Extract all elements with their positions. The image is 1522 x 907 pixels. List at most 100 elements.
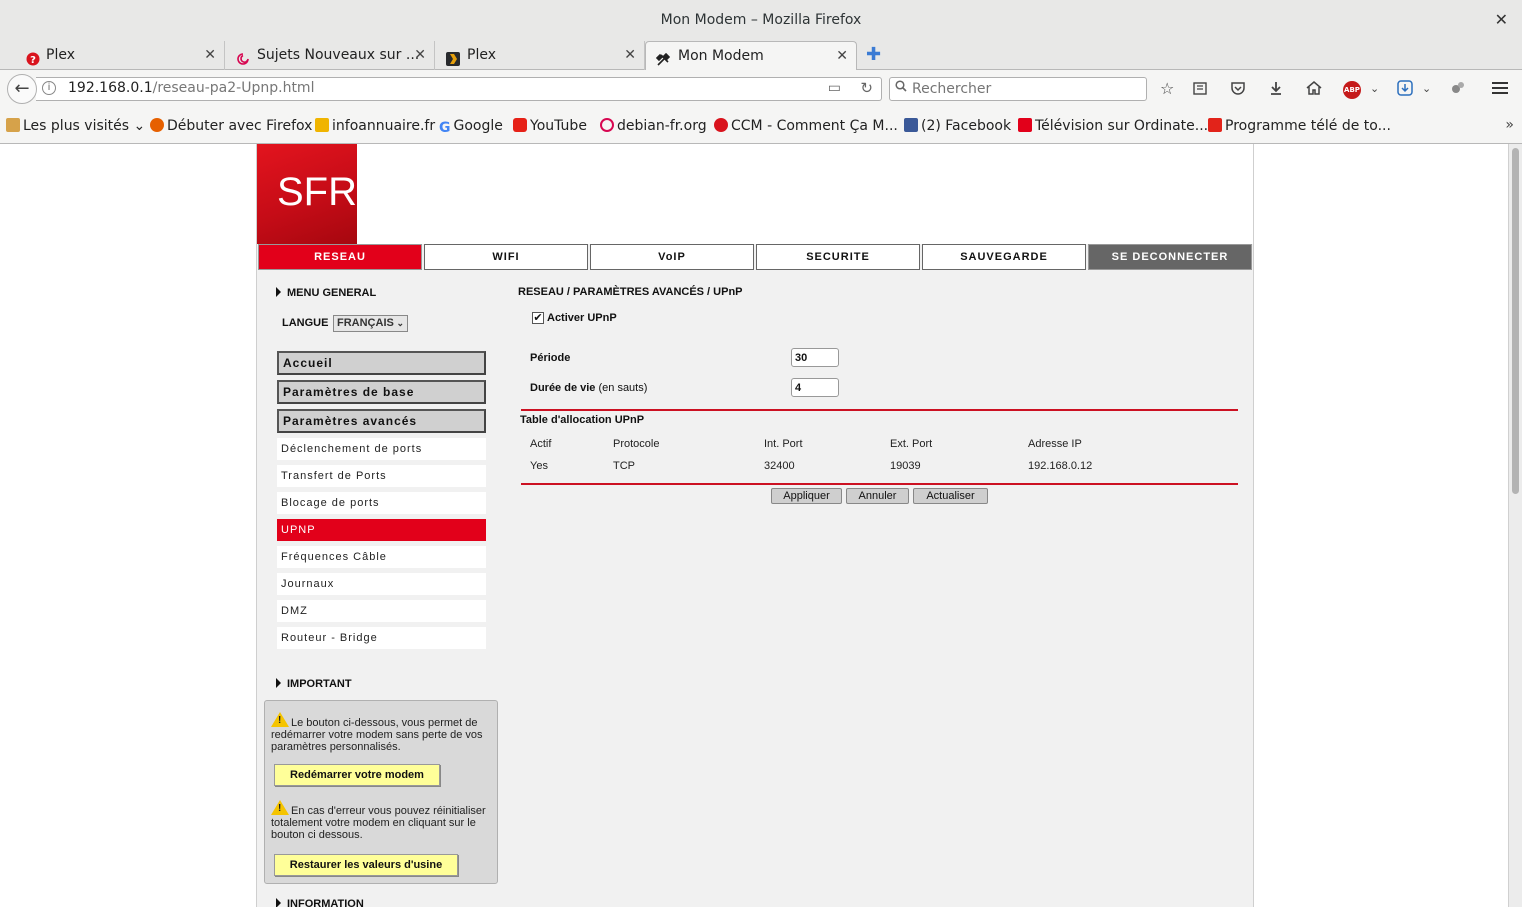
submenu-routeur-bridge[interactable]: Routeur - Bridge: [277, 627, 486, 649]
hamburger-menu-icon[interactable]: [1491, 80, 1509, 100]
url-text[interactable]: 192.168.0.1/reseau-pa2-Upnp.html: [68, 80, 314, 96]
cell-ext-port: 19039: [890, 460, 921, 472]
submenu-journaux[interactable]: Journaux: [277, 573, 486, 595]
bookmark-sfr-tv[interactable]: Télévision sur Ordinate...: [1018, 118, 1208, 134]
folder-icon: [6, 118, 20, 132]
search-input[interactable]: [912, 80, 1132, 98]
youtube-icon: [513, 118, 527, 132]
debian-swirl-icon: [600, 118, 614, 132]
bookmark-star-icon[interactable]: ☆: [1160, 80, 1174, 98]
reader-view-icon[interactable]: ▭: [828, 80, 841, 96]
restart-modem-button[interactable]: Redémarrer votre modem: [274, 764, 440, 786]
window-close-icon[interactable]: ✕: [1495, 0, 1508, 40]
download-dropdown-icon[interactable]: ⌄: [1422, 80, 1431, 98]
bookmark-programme-tele[interactable]: Programme télé de to...: [1208, 118, 1391, 134]
enable-upnp-checkbox[interactable]: ✔: [532, 312, 544, 324]
adblock-plus-icon[interactable]: ABP: [1343, 81, 1361, 99]
menu-parametres-base[interactable]: Paramètres de base: [277, 380, 486, 404]
important-heading[interactable]: IMPORTANT: [276, 678, 352, 690]
tab-label: Plex: [467, 47, 496, 63]
menu-parametres-avances[interactable]: Paramètres avancés: [277, 409, 486, 433]
extension-icon[interactable]: [1450, 80, 1466, 100]
tab-plex-2[interactable]: Plex ✕: [420, 41, 645, 70]
bookmark-firefox[interactable]: Débuter avec Firefox: [150, 118, 312, 134]
scrollbar-thumb[interactable]: [1512, 148, 1519, 494]
submenu-transfert-ports[interactable]: Transfert de Ports: [277, 465, 486, 487]
cell-actif: Yes: [530, 460, 548, 472]
divider-top: [521, 409, 1238, 411]
sfr-logo: SFR: [257, 144, 357, 244]
tab-close-icon[interactable]: ✕: [836, 42, 848, 70]
bookmark-infoannuaire[interactable]: infoannuaire.fr: [315, 118, 435, 134]
bookmark-most-visited[interactable]: Les plus visités ⌄: [6, 118, 145, 134]
nav-reseau[interactable]: RESEAU: [258, 244, 422, 270]
submenu-frequences-cable[interactable]: Fréquences Câble: [277, 546, 486, 568]
submenu-upnp[interactable]: UPNP: [277, 519, 486, 541]
tab-label: Mon Modem: [678, 48, 764, 64]
site-info-icon[interactable]: i: [42, 81, 56, 95]
information-heading[interactable]: INFORMATION: [276, 898, 364, 907]
periode-input[interactable]: [791, 348, 839, 367]
reload-icon[interactable]: ↻: [860, 79, 873, 97]
search-bar[interactable]: [889, 77, 1147, 101]
tab-plex-1[interactable]: ? Plex ✕: [0, 41, 225, 70]
col-ext-port: Ext. Port: [890, 438, 933, 450]
bookmark-facebook[interactable]: (2) Facebook: [904, 118, 1011, 134]
facebook-icon: [904, 118, 918, 132]
cell-int-port: 32400: [764, 460, 795, 472]
col-adresse-ip: Adresse IP: [1028, 438, 1082, 450]
duree-de-vie-input[interactable]: [791, 378, 839, 397]
cell-adresse-ip: 192.168.0.12: [1028, 460, 1093, 472]
col-protocole: Protocole: [613, 438, 660, 450]
home-icon[interactable]: [1306, 80, 1322, 100]
tl-icon: [1208, 118, 1222, 132]
url-bar[interactable]: i 192.168.0.1/reseau-pa2-Upnp.html ▭ ↻: [36, 77, 882, 101]
bookmark-ccm[interactable]: CCM - Comment Ça M...: [714, 118, 898, 134]
cell-protocole: TCP: [613, 460, 635, 472]
page-viewport: SFR RESEAU WIFI VoIP SECURITE SAUVEGARDE…: [0, 144, 1508, 907]
col-int-port: Int. Port: [764, 438, 803, 450]
window-titlebar: Mon Modem – Mozilla Firefox ✕: [0, 0, 1522, 40]
submenu-dmz[interactable]: DMZ: [277, 600, 486, 622]
new-tab-plus-icon[interactable]: ✚: [866, 44, 881, 65]
nav-wifi[interactable]: WIFI: [424, 244, 588, 270]
submenu-declenchement-ports[interactable]: Déclenchement de ports: [277, 438, 486, 460]
vertical-scrollbar[interactable]: [1508, 144, 1522, 907]
submenu-blocage-ports[interactable]: Blocage de ports: [277, 492, 486, 514]
ccm-icon: [714, 118, 728, 132]
back-button[interactable]: ←: [7, 74, 37, 104]
warning-icon: [271, 800, 289, 815]
menu-general-heading[interactable]: MENU GENERAL: [276, 287, 376, 299]
triangle-right-icon: [276, 678, 281, 688]
bookmark-google[interactable]: G Google: [439, 118, 503, 136]
bookmarks-overflow-icon[interactable]: »: [1505, 117, 1514, 133]
top-navigation: RESEAU WIFI VoIP SECURITE SAUVEGARDE SE …: [257, 244, 1255, 271]
factory-reset-button[interactable]: Restaurer les valeurs d'usine: [274, 854, 458, 876]
cancel-button[interactable]: Annuler: [846, 488, 909, 504]
nav-securite[interactable]: SECURITE: [756, 244, 920, 270]
tab-close-icon[interactable]: ✕: [624, 41, 636, 69]
tab-mon-modem[interactable]: Mon Modem ✕: [645, 41, 857, 70]
breadcrumb: RESEAU / PARAMÈTRES AVANCÉS / UPnP: [518, 286, 743, 298]
search-icon: [895, 80, 907, 96]
bookmarks-list-icon[interactable]: [1192, 80, 1208, 100]
nav-sauvegarde[interactable]: SAUVEGARDE: [922, 244, 1086, 270]
phone-icon: [315, 118, 329, 132]
tab-strip: ? Plex ✕ Sujets Nouveaux sur ... ✕ Plex …: [0, 40, 1522, 70]
download-icon[interactable]: [1268, 80, 1284, 100]
refresh-button[interactable]: Actualiser: [913, 488, 988, 504]
apply-button[interactable]: Appliquer: [771, 488, 842, 504]
google-icon: G: [439, 120, 451, 136]
menu-accueil[interactable]: Accueil: [277, 351, 486, 375]
download-manager-icon[interactable]: [1397, 80, 1413, 100]
nav-se-deconnecter[interactable]: SE DECONNECTER: [1088, 244, 1252, 270]
nav-voip[interactable]: VoIP: [590, 244, 754, 270]
tools-icon: [655, 49, 671, 66]
abp-dropdown-icon[interactable]: ⌄: [1370, 80, 1379, 98]
pocket-icon[interactable]: [1230, 80, 1246, 100]
bookmark-debian-fr[interactable]: debian-fr.org: [600, 118, 707, 134]
langue-select[interactable]: FRANÇAIS ⌄: [333, 315, 408, 332]
tab-label: Sujets Nouveaux sur ...: [257, 47, 420, 63]
bookmark-youtube[interactable]: YouTube: [513, 118, 587, 134]
tab-debian-forum[interactable]: Sujets Nouveaux sur ... ✕: [210, 41, 435, 70]
